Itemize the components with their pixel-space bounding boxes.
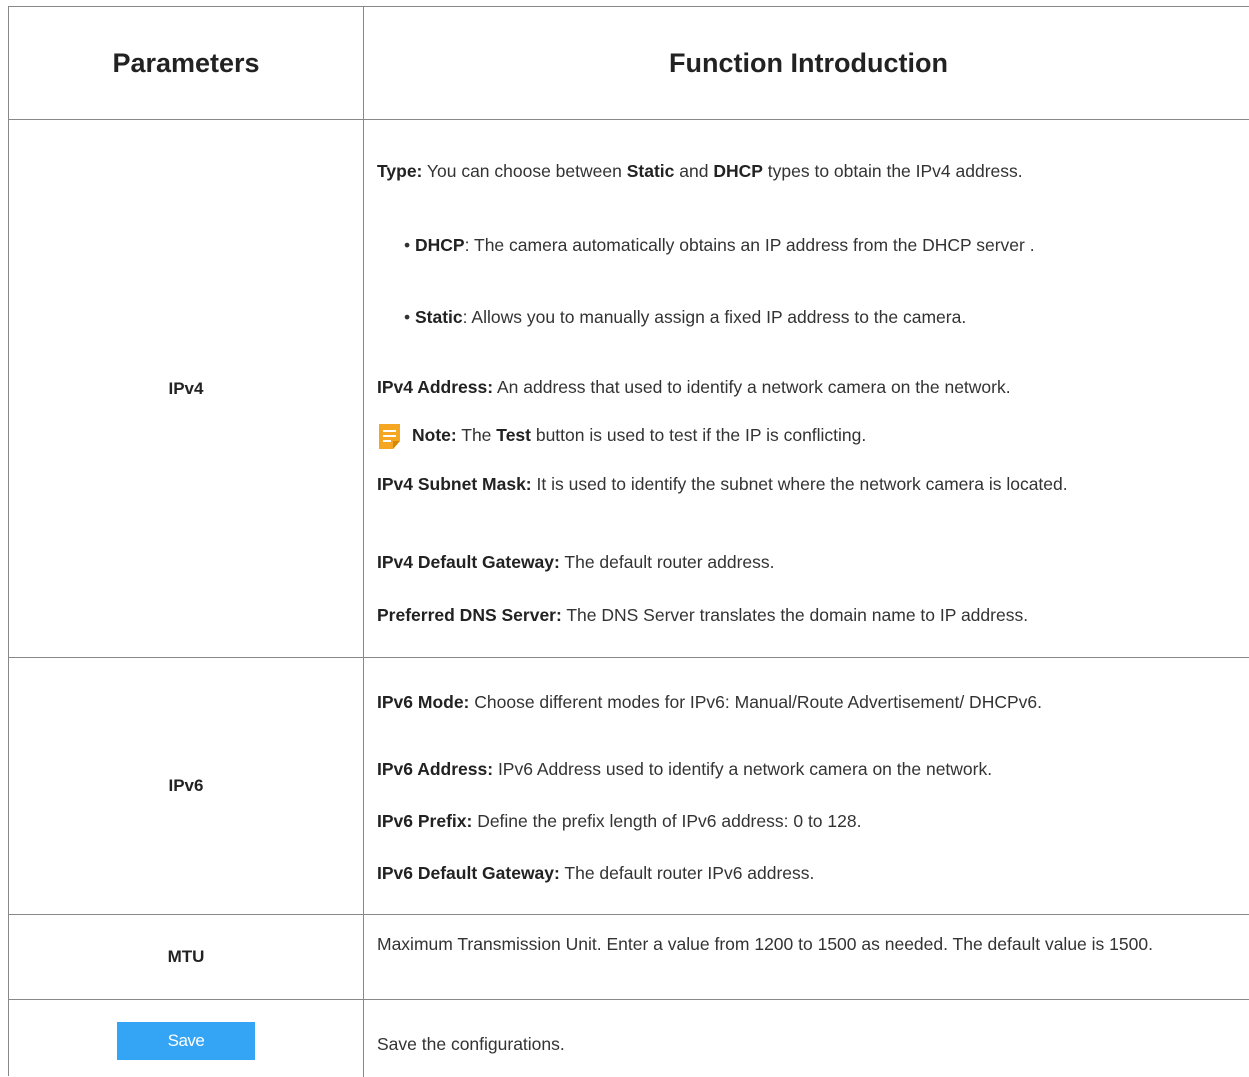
param-cell-save: Save [9,1000,364,1077]
param-cell-ipv6: IPv6 [9,658,364,914]
save-button[interactable]: Save [117,1021,255,1060]
ipv4-type-description: Type: You can choose between Static and … [377,161,1023,181]
ipv6-address-description: IPv6 Address: IPv6 Address used to ident… [377,759,993,779]
table-row-save: Save Save the configurations. [9,1000,1249,1077]
ipv4-bullet-dhcp: • DHCP: The camera automatically obtains… [404,235,1035,255]
mtu-description: Maximum Transmission Unit. Enter a value… [377,934,1153,954]
param-ipv6: IPv6 [168,776,204,795]
table-header-row: Parameters Function Introduction [9,7,1249,120]
table-row-ipv6: IPv6 IPv6 Mode: Choose different modes f… [9,658,1249,915]
note-icon [377,423,402,450]
param-cell-ipv4: IPv4 [9,120,364,657]
header-parameters: Parameters [112,47,260,78]
param-mtu: MTU [167,947,205,966]
parameters-table: Parameters Function Introduction IPv4 Ty… [8,6,1249,1077]
ipv4-bullet-static: • Static: Allows you to manually assign … [404,307,967,327]
table-row-ipv4: IPv4 Type: You can choose between Static… [9,120,1249,658]
param-ipv4: IPv4 [168,378,204,398]
desc-cell-save: Save the configurations. [364,1000,1249,1077]
ipv4-subnet-description: IPv4 Subnet Mask: It is used to identify… [377,474,1068,494]
table-row-mtu: MTU Maximum Transmission Unit. Enter a v… [9,915,1249,1000]
header-cell-function: Function Introduction [364,7,1249,119]
save-description: Save the configurations. [377,1034,565,1054]
ipv4-note: Note: The Test button is used to test if… [377,423,1243,450]
ipv4-dns-description: Preferred DNS Server: The DNS Server tra… [377,605,1029,625]
desc-cell-mtu: Maximum Transmission Unit. Enter a value… [364,915,1249,999]
desc-cell-ipv6: IPv6 Mode: Choose different modes for IP… [364,658,1249,914]
header-cell-parameters: Parameters [9,7,364,119]
ipv6-prefix-description: IPv6 Prefix: Define the prefix length of… [377,811,862,831]
ipv4-address-description: IPv4 Address: An address that used to id… [377,377,1011,397]
ipv6-gateway-description: IPv6 Default Gateway: The default router… [377,863,815,883]
ipv4-gateway-description: IPv4 Default Gateway: The default router… [377,552,775,572]
ipv6-mode-description: IPv6 Mode: Choose different modes for IP… [377,692,1042,712]
param-cell-mtu: MTU [9,915,364,999]
header-function-introduction: Function Introduction [669,47,948,78]
desc-cell-ipv4: Type: You can choose between Static and … [364,120,1249,657]
